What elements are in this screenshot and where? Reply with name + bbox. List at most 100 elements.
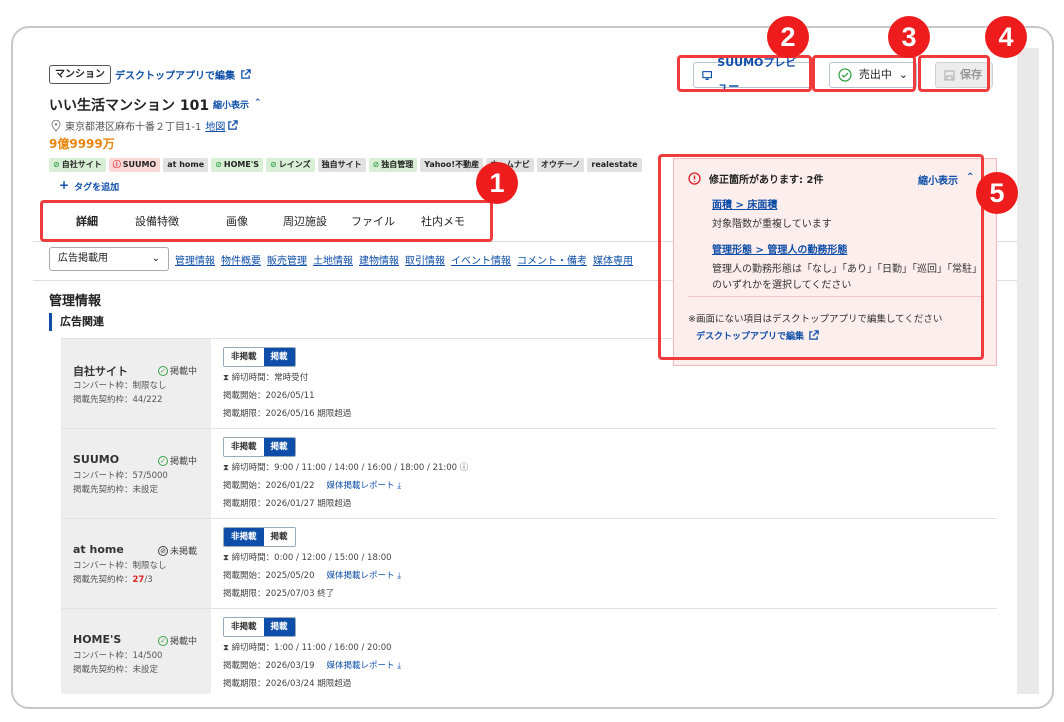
section-link[interactable]: 販売管理 xyxy=(267,252,307,267)
section-select[interactable]: 広告掲載用 ⌄ xyxy=(49,247,169,271)
contract-quota-label: 掲載先契約枠： xyxy=(73,575,133,585)
portal-tag-label: HOME'S xyxy=(223,160,260,169)
media-status-label: 掲載中 xyxy=(170,367,198,377)
toggle-published[interactable]: 掲載 xyxy=(263,438,295,456)
deadline-text: 締切時間：1:00 / 11:00 / 16:00 / 20:00 xyxy=(231,643,392,653)
publish-toggle[interactable]: 非掲載 掲載 xyxy=(223,347,296,367)
property-name: いい生活マンション 101 xyxy=(49,98,210,114)
portal-tag[interactable]: オウチーノ xyxy=(536,158,585,172)
publish-toggle[interactable]: 非掲載 掲載 xyxy=(223,437,296,457)
address-line: 東京都港区麻布十番２丁目1-1 地図 xyxy=(51,118,239,133)
report-label: 媒体掲載レポート xyxy=(326,661,395,671)
scrollbar[interactable] xyxy=(1017,48,1039,694)
map-label: 地図 xyxy=(205,122,226,133)
publish-toggle[interactable]: 非掲載 掲載 xyxy=(223,527,296,547)
report-label: 媒体掲載レポート xyxy=(326,481,395,491)
media-row: HOME'S ✓ 掲載中 コンバート枠：14/500 掲載先契約枠：未設定 非掲載 掲載 ⧗ … xyxy=(61,608,997,694)
portal-tag-label: realestate xyxy=(591,160,638,169)
portal-tag[interactable]: realestate xyxy=(587,158,642,172)
media-status: ⊘ 未掲載 xyxy=(158,544,197,557)
check-circle-icon: ⊘ xyxy=(215,160,222,169)
section-link[interactable]: 物件概要 xyxy=(221,252,261,267)
callout-box-errors xyxy=(658,154,984,360)
portal-tag-label: オウチーノ xyxy=(540,160,581,169)
portal-tag-label: レインズ xyxy=(278,160,311,169)
check-circle-icon: ✓ xyxy=(158,365,168,376)
external-link-icon xyxy=(241,69,251,79)
portal-tag[interactable]: ⊘ レインズ xyxy=(266,158,315,172)
external-link-icon xyxy=(228,120,239,130)
collapse-toggle[interactable]: 縮小表示 ⌃ xyxy=(213,98,262,111)
check-circle-icon: ⊘ xyxy=(53,160,60,169)
media-name: 自社サイト xyxy=(73,365,128,378)
contract-quota-label: 掲載先契約枠： xyxy=(73,395,133,405)
report-link[interactable]: 媒体掲載レポート ⤓ xyxy=(327,571,401,581)
contract-quota: 掲載先契約枠：44/222 xyxy=(73,393,162,407)
report-link[interactable]: 媒体掲載レポート ⤓ xyxy=(327,481,401,491)
toggle-published[interactable]: 掲載 xyxy=(263,528,295,546)
portal-tag[interactable]: ⊘ 独自管理 xyxy=(368,158,418,172)
hourglass-icon: ⧗ xyxy=(223,463,232,473)
screenshot-frame: マンション デスクトップアプリで編集 いい生活マンション 101 縮小表示 ⌃ … xyxy=(11,26,1054,709)
add-tag-button[interactable]: + タグを追加 xyxy=(59,179,119,193)
chevron-down-icon: ⌄ xyxy=(151,253,160,264)
media-status-label: 掲載中 xyxy=(170,457,198,467)
deadline-line: ⧗ 締切時間：9:00 / 11:00 / 14:00 / 16:00 / 18… xyxy=(223,459,468,477)
portal-tag[interactable]: at home xyxy=(163,158,209,172)
section-link[interactable]: イベント情報 xyxy=(451,252,511,267)
start-text: 掲載開始：2026/01/22 xyxy=(223,481,315,491)
media-name: HOME'S xyxy=(73,633,122,646)
portal-tag[interactable]: 独自サイト xyxy=(317,158,366,172)
contract-quota-value: 44/222 xyxy=(132,395,163,405)
deadline-text: 締切時間：0:00 / 12:00 / 15:00 / 18:00 xyxy=(231,553,392,563)
report-link[interactable]: 媒体掲載レポート ⤓ xyxy=(327,661,401,671)
help-icon[interactable]: ⓘ xyxy=(457,463,469,473)
section-link[interactable]: 土地情報 xyxy=(313,252,353,267)
section-links: 管理情報 物件概要 販売管理 土地情報 建物情報 取引情報 イベント情報 コメント・備考 媒体専… xyxy=(175,252,665,267)
section-select-value: 広告掲載用 xyxy=(58,253,108,264)
portal-tag[interactable]: ⊘ 自社サイト xyxy=(49,158,106,172)
check-circle-icon: ⊘ xyxy=(270,160,277,169)
alert-circle-icon: ⓘ xyxy=(112,160,121,169)
toggle-unpublished[interactable]: 非掲載 xyxy=(224,528,264,546)
check-circle-icon: ✓ xyxy=(158,635,168,646)
deadline-text: 締切時間：常時受付 xyxy=(231,373,309,383)
edit-desktop-link[interactable]: デスクトップアプリで編集 xyxy=(115,67,251,82)
hourglass-icon: ⧗ xyxy=(223,553,232,563)
portal-tag[interactable]: ⊘ HOME'S xyxy=(211,158,264,172)
map-link[interactable]: 地図 xyxy=(205,118,239,133)
download-icon: ⤓ xyxy=(394,571,401,581)
media-status: ✓ 掲載中 xyxy=(158,364,197,377)
media-status: ✓ 掲載中 xyxy=(158,454,197,467)
property-editor: マンション デスクトップアプリで編集 いい生活マンション 101 縮小表示 ⌃ … xyxy=(33,48,1017,694)
portal-tag-label: 独自サイト xyxy=(321,160,362,169)
end-line: 掲載期限：2026/05/16 期限超過 xyxy=(223,409,352,419)
section-link[interactable]: コメント・備考 xyxy=(517,252,587,267)
callout-box-preview xyxy=(677,55,812,92)
publish-toggle[interactable]: 非掲載 掲載 xyxy=(223,617,296,637)
section-link[interactable]: 取引情報 xyxy=(405,252,445,267)
toggle-unpublished[interactable]: 非掲載 xyxy=(224,348,264,366)
section-link[interactable]: 管理情報 xyxy=(175,252,215,267)
portal-tag-label: 自社サイト xyxy=(61,160,102,169)
check-circle-icon: ⊘ xyxy=(372,160,380,169)
portal-tag-label: SUUMO xyxy=(122,160,157,169)
start-text: 掲載開始：2026/05/11 xyxy=(223,391,315,401)
deadline-line: ⧗ 締切時間：0:00 / 12:00 / 15:00 / 18:00 xyxy=(223,549,392,567)
portal-tag[interactable]: Yahoo!不動産 xyxy=(420,158,484,172)
section-link[interactable]: 建物情報 xyxy=(359,252,399,267)
portal-tag[interactable]: ⓘ SUUMO xyxy=(108,158,161,172)
contract-quota: 掲載先契約枠：未設定 xyxy=(73,483,158,497)
end-line: 掲載期限：2026/03/24 期限超過 xyxy=(223,679,352,689)
toggle-published[interactable]: 掲載 xyxy=(263,618,295,636)
deadline-text: 締切時間：9:00 / 11:00 / 14:00 / 16:00 / 18:0… xyxy=(231,463,458,473)
toggle-unpublished[interactable]: 非掲載 xyxy=(224,438,264,456)
toggle-published[interactable]: 掲載 xyxy=(263,348,295,366)
toggle-unpublished[interactable]: 非掲載 xyxy=(224,618,264,636)
subsection-title: 広告関連 xyxy=(49,313,104,331)
start-line: 掲載開始：2025/05/20 媒体掲載レポート ⤓ xyxy=(223,567,401,585)
end-line: 掲載期限：2025/07/03 終了 xyxy=(223,589,335,599)
location-pin-icon xyxy=(51,119,61,132)
portal-tag-label: at home xyxy=(167,160,205,169)
section-link[interactable]: 媒体専用 xyxy=(593,252,633,267)
